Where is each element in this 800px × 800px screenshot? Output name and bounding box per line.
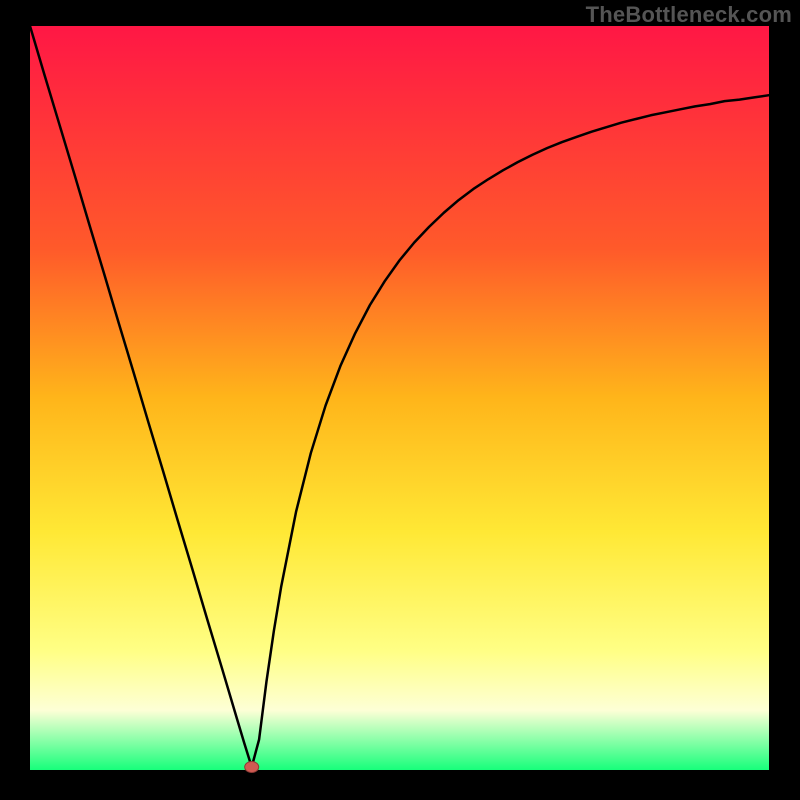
optimal-point-dot [245,762,259,773]
bottleneck-chart [0,0,800,800]
watermark-text: TheBottleneck.com [586,2,792,28]
chart-container: TheBottleneck.com [0,0,800,800]
